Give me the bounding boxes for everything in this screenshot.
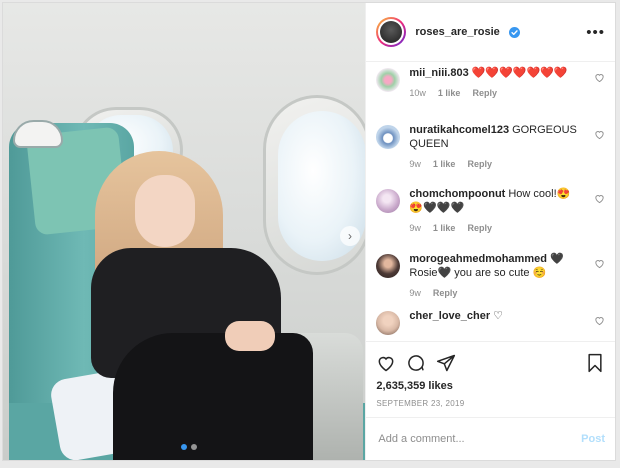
- commenter-username[interactable]: chomchompoonut: [409, 188, 505, 200]
- commenter-username[interactable]: morogeahmedmohammed: [409, 253, 547, 265]
- comment-like-heart-icon[interactable]: [594, 129, 605, 140]
- comment-item: cher_love_cher ♡: [366, 309, 615, 339]
- reply-button[interactable]: Reply: [467, 223, 492, 233]
- commenter-avatar[interactable]: [376, 68, 401, 92]
- post-date: SEPTEMBER 23, 2019: [376, 399, 465, 408]
- comment-item: nuratikahcomel123 GORGEOUS QUEEN 9w 1 lik…: [366, 123, 615, 187]
- commenter-username[interactable]: mii_niii.803: [409, 67, 468, 79]
- bookmark-icon[interactable]: [585, 353, 605, 373]
- post-header: roses_are_rosie •••: [366, 3, 615, 62]
- comment-like-heart-icon[interactable]: [594, 193, 605, 204]
- comment-age: 10w: [409, 88, 426, 98]
- reading-light: [13, 120, 63, 148]
- reply-button[interactable]: Reply: [472, 88, 497, 98]
- comment-likes-count[interactable]: 1 like: [433, 159, 456, 169]
- paper-plane-icon[interactable]: [436, 353, 456, 373]
- comment-icon[interactable]: [406, 353, 426, 373]
- comment-age: 9w: [409, 159, 421, 169]
- commenter-username[interactable]: nuratikahcomel123: [409, 124, 509, 136]
- reply-button[interactable]: Reply: [467, 159, 492, 169]
- heart-icon[interactable]: [376, 353, 396, 373]
- comment-like-heart-icon[interactable]: [594, 258, 605, 269]
- carousel-dot: [191, 444, 197, 450]
- comment-age: 9w: [409, 223, 421, 233]
- add-comment-form: Post: [366, 417, 615, 460]
- reply-button[interactable]: Reply: [433, 288, 458, 298]
- carousel-dot-active: [181, 444, 187, 450]
- commenter-username[interactable]: cher_love_cher: [409, 310, 490, 322]
- post-modal: › roses_are_rosie ••• mii_niii.803 ❤️❤️❤…: [2, 2, 616, 461]
- likes-count[interactable]: 2,635,359 likes: [376, 380, 605, 392]
- comment-likes-count[interactable]: 1 like: [438, 88, 461, 98]
- person-face: [135, 175, 195, 247]
- comment-input[interactable]: [376, 432, 582, 446]
- carousel-indicator: [181, 444, 197, 450]
- chevron-right-icon: ›: [348, 229, 352, 243]
- comment-age: 9w: [409, 288, 421, 298]
- person-legs: [113, 333, 313, 460]
- comment-text: ♡: [493, 310, 503, 322]
- commenter-avatar[interactable]: [376, 254, 401, 278]
- comment-likes-count[interactable]: 1 like: [433, 223, 456, 233]
- avatar-image: [380, 21, 403, 43]
- comment-text: ❤️❤️❤️❤️❤️❤️❤️: [471, 67, 568, 79]
- commenter-avatar[interactable]: [376, 311, 401, 335]
- comment-like-heart-icon[interactable]: [594, 72, 605, 83]
- comment-like-heart-icon[interactable]: [594, 315, 605, 326]
- post-side-panel: roses_are_rosie ••• mii_niii.803 ❤️❤️❤️❤️…: [365, 3, 615, 460]
- author-username[interactable]: roses_are_rosie: [415, 26, 499, 38]
- author-avatar[interactable]: [376, 17, 407, 47]
- comment-item: mii_niii.803 ❤️❤️❤️❤️❤️❤️❤️ 10w 1 like Re…: [366, 66, 615, 123]
- commenter-avatar[interactable]: [376, 189, 401, 213]
- post-photo[interactable]: ›: [3, 3, 366, 460]
- post-comment-button[interactable]: Post: [581, 433, 605, 445]
- comment-item: chomchompoonut How cool!😍😍🖤🖤🖤 9w 1 like R…: [366, 187, 615, 252]
- comment-item: morogeahmedmohammed 🖤 Rosie🖤 you are so c…: [366, 252, 615, 309]
- post-actions: 2,635,359 likes SEPTEMBER 23, 2019: [366, 341, 615, 417]
- person-hands: [225, 321, 275, 351]
- comments-list: mii_niii.803 ❤️❤️❤️❤️❤️❤️❤️ 10w 1 like Re…: [366, 62, 615, 341]
- carousel-next-button[interactable]: ›: [340, 226, 360, 246]
- commenter-avatar[interactable]: [376, 125, 401, 149]
- verified-badge-icon: [508, 26, 520, 38]
- more-options-icon[interactable]: •••: [586, 24, 605, 41]
